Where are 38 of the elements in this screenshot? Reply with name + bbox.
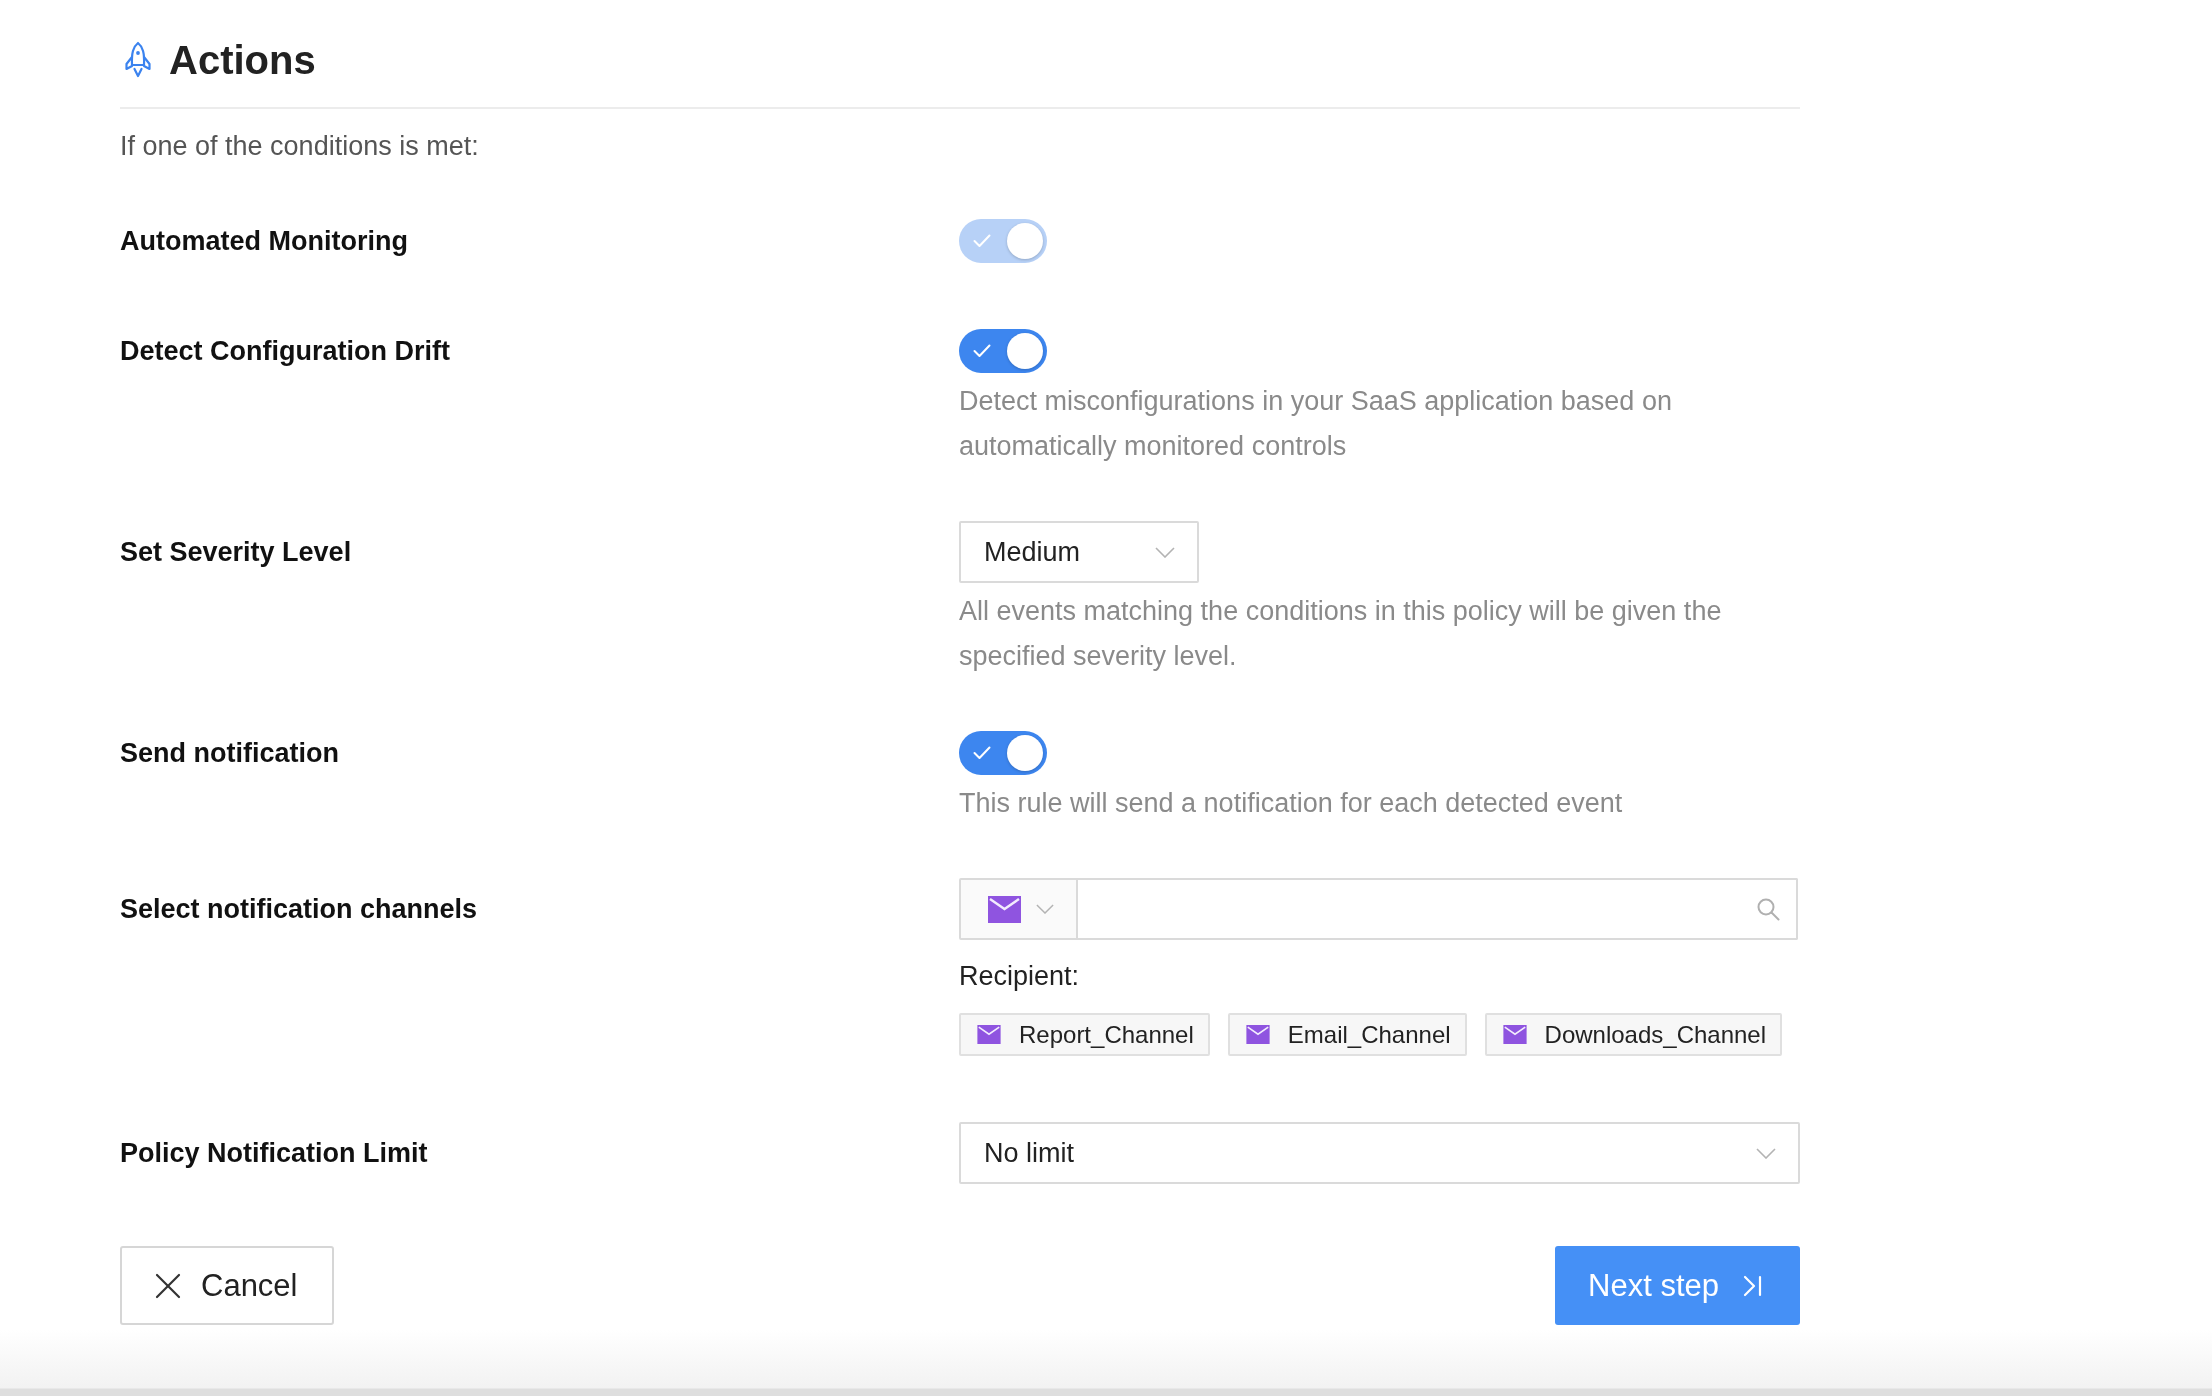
setting-label: Automated Monitoring <box>120 225 408 257</box>
recipient-name: Email_Channel <box>1287 1020 1451 1049</box>
dropdown[interactable]: No limit <box>959 1122 1800 1184</box>
recipient-name: Report_Channel <box>1019 1020 1194 1049</box>
toggle-knob <box>1007 333 1043 369</box>
toggle-switch[interactable] <box>959 329 1047 373</box>
envelope-icon <box>988 895 1021 923</box>
setting-description: Detect misconfigurations in your SaaS application based on automatically monitored controls <box>959 385 1673 463</box>
envelope-icon <box>977 1025 1001 1044</box>
setting-label: Send notification <box>120 737 339 769</box>
search-field[interactable] <box>1078 878 1798 940</box>
close-icon <box>155 1272 181 1299</box>
setting-description: All events matching the conditions in this policy will be given the specified severity level. <box>959 595 1723 673</box>
setting-label: Policy Notification Limit <box>120 1137 428 1169</box>
caret-icon <box>1756 1147 1776 1159</box>
check-icon <box>973 234 991 248</box>
setting-label: Detect Configuration Drift <box>120 335 450 367</box>
dropdown[interactable]: Medium <box>959 521 1199 583</box>
envelope-icon <box>1502 1025 1527 1044</box>
setting-label: Select notification channels <box>120 893 478 925</box>
setting-label: Set Severity Level <box>120 536 352 568</box>
rocket-icon <box>122 41 154 79</box>
recipient-label: Recipient: <box>959 960 1080 993</box>
caret-icon <box>1155 546 1175 558</box>
toggle-knob <box>1007 223 1043 259</box>
check-icon <box>973 344 991 358</box>
chevron-bar-icon <box>1743 1274 1763 1297</box>
caret-icon <box>1036 904 1054 914</box>
section-title: Actions <box>169 37 316 84</box>
conditions-text: If one of the conditions is met: <box>120 130 479 163</box>
recipient-name: Downloads_Channel <box>1544 1020 1767 1049</box>
toggle-switch[interactable] <box>959 731 1047 775</box>
envelope-icon <box>1245 1025 1270 1044</box>
search-icon <box>1756 897 1780 921</box>
toggle-knob <box>1007 735 1043 771</box>
check-icon <box>973 746 991 760</box>
setting-description: This rule will send a notification for each detected event <box>959 787 1623 820</box>
cancel-button[interactable]: Cancel <box>120 1246 334 1325</box>
